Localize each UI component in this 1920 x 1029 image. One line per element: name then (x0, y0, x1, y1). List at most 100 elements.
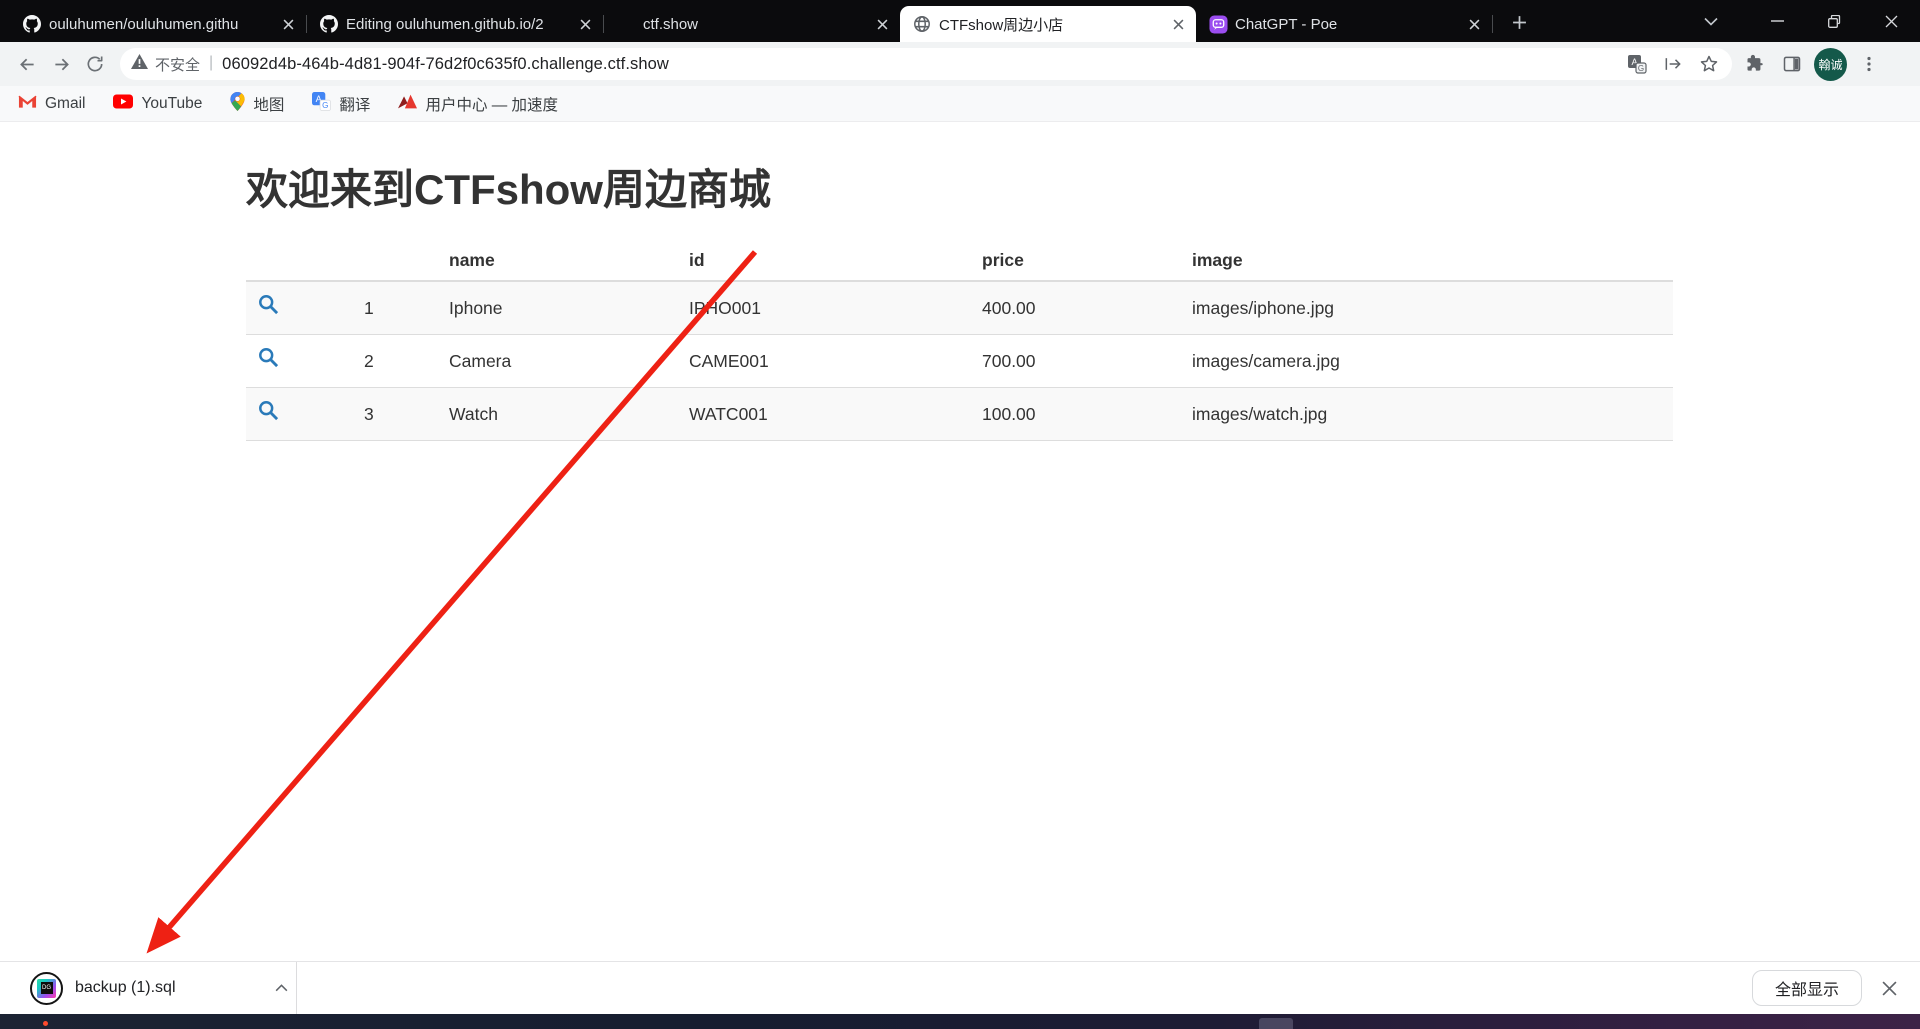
search-detail-icon[interactable] (254, 347, 279, 368)
mountain-logo-icon (398, 94, 418, 114)
cell-image: images/iphone.jpg (1184, 280, 1673, 335)
window-controls (1749, 0, 1920, 42)
share-icon[interactable] (1658, 49, 1688, 79)
profile-avatar[interactable]: 翰诚 (1814, 47, 1847, 81)
cell-index: 3 (356, 387, 441, 441)
cell-index: 1 (356, 280, 441, 335)
forward-icon[interactable] (44, 47, 78, 81)
tab-title: Editing ouluhumen.github.io/2 (346, 15, 544, 33)
tab-separator (1492, 15, 1493, 33)
address-bar[interactable]: 不安全 | 06092d4b-464b-4d81-904f-76d2f0c635… (120, 48, 1732, 80)
github-icon (319, 14, 339, 34)
back-icon[interactable] (10, 47, 44, 81)
maps-pin-icon (230, 91, 246, 116)
tab-chatgpt-poe[interactable]: ChatGPT - Poe (1196, 6, 1492, 42)
products-table: name id price image 1 Iphone IPHO001 400… (246, 243, 1673, 441)
translate-icon[interactable]: A G (1622, 49, 1652, 79)
sql-file-icon: DG (30, 971, 63, 1005)
taskbar-notification-dot (43, 1021, 48, 1026)
table-row: 1 Iphone IPHO001 400.00 images/iphone.jp… (246, 280, 1673, 335)
tab-github-editing[interactable]: Editing ouluhumen.github.io/2 (307, 6, 603, 42)
cell-price: 400.00 (974, 280, 1184, 335)
youtube-icon (113, 94, 134, 114)
download-bar: DG backup (1).sql 全部显示 (0, 961, 1920, 1014)
side-panel-icon[interactable] (1777, 49, 1807, 79)
table-header-row: name id price image (246, 243, 1673, 282)
tab-close-icon[interactable] (1465, 15, 1484, 34)
download-item[interactable]: DG backup (1).sql (30, 962, 296, 1014)
cell-id: IPHO001 (681, 280, 974, 335)
table-row: 2 Camera CAME001 700.00 images/camera.jp… (246, 334, 1673, 388)
tab-strip: ouluhumen/ouluhumen.githu Editing ouluhu… (0, 0, 1920, 42)
close-window-button[interactable] (1863, 0, 1920, 42)
bookmarks-bar: Gmail YouTube 地图 A G 翻译 用户中心 — 加速度 (0, 86, 1920, 122)
tab-close-icon[interactable] (873, 15, 892, 34)
tab-title: CTFshow周边小店 (939, 16, 1064, 34)
cell-price: 700.00 (974, 334, 1184, 388)
cell-id: CAME001 (681, 334, 974, 388)
tab-search-chevron-icon[interactable] (1688, 0, 1734, 42)
not-secure-warning-icon[interactable] (130, 53, 149, 75)
reload-icon[interactable] (78, 47, 112, 81)
header-image: image (1184, 243, 1673, 282)
bookmark-youtube[interactable]: YouTube (111, 90, 204, 118)
gmail-icon (18, 94, 37, 114)
cell-image: images/camera.jpg (1184, 334, 1673, 388)
browser-toolbar: 不安全 | 06092d4b-464b-4d81-904f-76d2f0c635… (0, 42, 1920, 86)
bookmark-star-icon[interactable] (1694, 49, 1724, 79)
table-row: 3 Watch WATC001 100.00 images/watch.jpg (246, 387, 1673, 441)
bookmark-label: 用户中心 — 加速度 (425, 96, 559, 114)
security-label[interactable]: 不安全 (155, 54, 200, 75)
menu-kebab-icon[interactable] (1854, 49, 1884, 79)
github-icon (22, 14, 42, 34)
header-name: name (441, 243, 681, 282)
poe-icon (1208, 14, 1228, 34)
restore-button[interactable] (1806, 0, 1863, 42)
cell-name: Iphone (441, 280, 681, 335)
bookmark-user-center[interactable]: 用户中心 — 加速度 (396, 90, 560, 118)
search-detail-icon[interactable] (254, 400, 279, 421)
close-download-bar-icon[interactable] (1872, 971, 1906, 1005)
bookmark-label: 翻译 (339, 96, 371, 114)
taskbar-edge (0, 1014, 1920, 1029)
cell-image: images/watch.jpg (1184, 387, 1673, 441)
web-page-content: 欢迎来到CTFshow周边商城 name id price image 1 Ip… (0, 123, 1920, 961)
bookmark-gmail[interactable]: Gmail (16, 90, 87, 118)
tab-close-icon[interactable] (1169, 15, 1188, 34)
page-title: 欢迎来到CTFshow周边商城 (246, 166, 771, 213)
tab-close-icon[interactable] (279, 15, 298, 34)
header-price: price (974, 243, 1184, 282)
new-tab-button[interactable] (1505, 8, 1533, 36)
search-detail-icon[interactable] (254, 294, 279, 315)
tab-title: ChatGPT - Poe (1235, 15, 1338, 33)
blank-favicon (616, 14, 636, 34)
bookmark-translate[interactable]: A G 翻译 (310, 90, 372, 118)
show-all-downloads-button[interactable]: 全部显示 (1751, 970, 1862, 1006)
taskbar-active-app-highlight (1259, 1018, 1293, 1029)
svg-text:G: G (323, 101, 329, 110)
tab-title: ctf.show (643, 15, 699, 33)
download-filename[interactable]: backup (1).sql (75, 979, 176, 997)
cell-name: Camera (441, 334, 681, 388)
header-empty-icon-col (246, 243, 356, 282)
url-text[interactable]: 06092d4b-464b-4d81-904f-76d2f0c635f0.cha… (222, 55, 669, 74)
download-divider (296, 962, 297, 1014)
extensions-puzzle-icon[interactable] (1740, 49, 1770, 79)
header-empty-index-col (356, 243, 441, 282)
tab-close-icon[interactable] (576, 15, 595, 34)
cell-name: Watch (441, 387, 681, 441)
tab-title: ouluhumen/ouluhumen.githu (49, 15, 239, 33)
tab-ctfshow-shop-active[interactable]: CTFshow周边小店 (900, 6, 1196, 42)
minimize-button[interactable] (1749, 0, 1806, 42)
tab-github-repo[interactable]: ouluhumen/ouluhumen.githu (10, 6, 306, 42)
translate-colored-icon: A G (312, 91, 332, 116)
cell-price: 100.00 (974, 387, 1184, 441)
chevron-up-icon[interactable] (266, 973, 296, 1003)
header-id: id (681, 243, 974, 282)
bookmark-label: YouTube (141, 94, 203, 112)
bookmark-label: 地图 (253, 96, 285, 114)
bookmark-maps[interactable]: 地图 (228, 90, 286, 118)
globe-icon (912, 14, 932, 34)
url-separator: | (209, 54, 214, 71)
tab-ctfshow[interactable]: ctf.show (604, 6, 900, 42)
